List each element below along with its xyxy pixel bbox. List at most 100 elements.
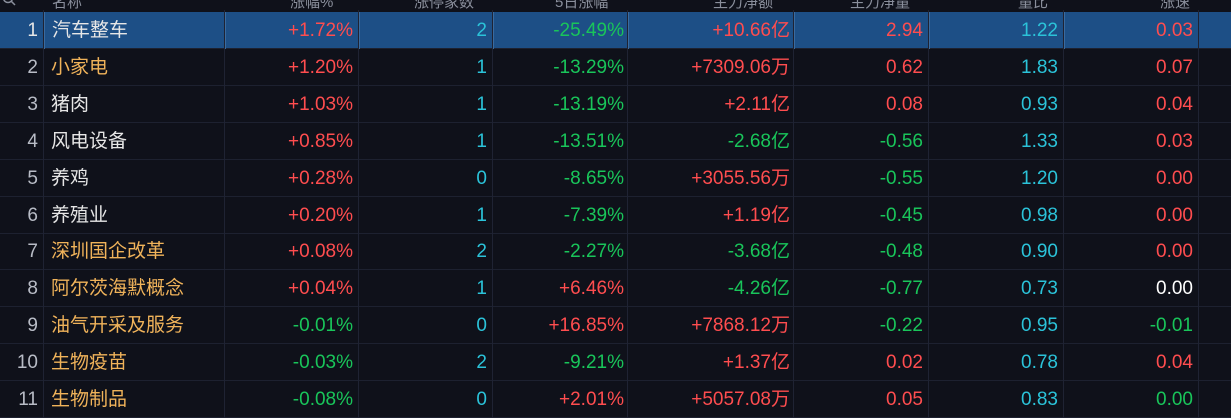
main-net-amount: +7868.12万 (691, 315, 790, 337)
rise-speed: 0.03 (1064, 12, 1199, 49)
rise-speed: 0.04 (1156, 93, 1193, 115)
main-net-amount: +1.19亿 (722, 204, 790, 226)
limit-up-count: 0 (476, 389, 487, 410)
column-divider (1063, 10, 1064, 418)
sector-name: 养鸡 (51, 167, 90, 189)
change-percent: +0.20% (288, 204, 353, 226)
volume-ratio: 0.78 (1021, 352, 1058, 374)
five-day-change: +6.46% (559, 278, 624, 300)
main-net-amount: +2.11亿 (724, 93, 790, 115)
volume-ratio: 1.83 (1021, 56, 1058, 78)
table-row[interactable]: 7 深圳国企改革 +0.08% 2 -2.27% -3.68亿 -0.48 0.90 0.00 (0, 233, 1231, 271)
header-volume-ratio[interactable]: 量比 (1018, 0, 1048, 10)
five-day-change: -13.19% (553, 93, 624, 115)
change-percent: +0.28% (288, 167, 353, 189)
table-row[interactable]: 5 养鸡 +0.28% 0 -8.65% +3055.56万 -0.55 1.20 0.00 (0, 160, 1231, 197)
row-index: 2 (27, 56, 38, 78)
limit-up-count: 1 (476, 93, 487, 115)
table-row[interactable]: 10 生物疫苗 -0.03% 2 -9.21% +1.37亿 0.02 0.78 0.04 (0, 344, 1231, 382)
main-net-volume: -0.77 (879, 278, 923, 300)
sector-name: 养殖业 (51, 204, 109, 226)
header-change[interactable]: 涨幅% (290, 0, 333, 10)
limit-up-count: 1 (476, 278, 487, 300)
main-net-amount: +3055.56万 (691, 167, 790, 189)
column-divider (492, 10, 493, 418)
table-row[interactable]: 3 猪肉 +1.03% 1 -13.19% +2.11亿 0.08 0.93 0.04 (0, 86, 1231, 123)
limit-up-count: 1 (476, 204, 487, 226)
row-index: 1 (27, 20, 38, 41)
main-net-volume: 2.94 (794, 12, 929, 49)
rise-speed: 0.03 (1156, 130, 1193, 152)
main-net-volume: -0.45 (879, 204, 923, 226)
column-divider (1198, 10, 1199, 418)
sector-name: 生物疫苗 (51, 352, 128, 374)
column-divider (928, 10, 929, 418)
change-percent: -0.01% (292, 315, 353, 337)
sector-name: 小家电 (51, 56, 109, 78)
sector-name: 油气开采及服务 (51, 315, 185, 337)
row-index: 5 (27, 167, 38, 189)
volume-ratio: 1.20 (1021, 167, 1058, 189)
header-speed[interactable]: 涨速 (1160, 0, 1190, 10)
limit-up-count: 1 (476, 130, 487, 152)
rise-speed: 0.07 (1156, 56, 1193, 78)
limit-up-count: 2 (476, 352, 487, 374)
sector-ranking-table: 名称 涨幅% 涨停家数 5日涨幅 主力净额 主力净量 量比 涨速 1 汽车整车 +1… (0, 0, 1231, 418)
five-day-change: -9.21% (563, 352, 624, 374)
volume-ratio: 0.98 (1021, 204, 1058, 226)
five-day-change: +16.85% (548, 315, 624, 337)
row-index: 9 (27, 315, 38, 337)
rise-speed: 0.00 (1156, 204, 1193, 226)
table-row[interactable]: 4 风电设备 +0.85% 1 -13.51% -2.68亿 -0.56 1.33 0.03 (0, 123, 1231, 160)
volume-ratio: 1.22 (929, 12, 1064, 49)
main-net-amount: +7309.06万 (691, 56, 790, 78)
main-net-volume: -0.48 (879, 241, 923, 263)
limit-up-count: 1 (476, 56, 487, 78)
table-row[interactable]: 2 小家电 +1.20% 1 -13.29% +7309.06万 0.62 1.83 0.07 (0, 49, 1231, 86)
volume-ratio: 0.93 (1021, 93, 1058, 115)
rise-speed: 0.04 (1156, 352, 1193, 374)
column-divider (627, 10, 628, 418)
main-net-amount: +1.37亿 (722, 352, 790, 374)
table-row[interactable]: 8 阿尔茨海默概念 +0.04% 1 +6.46% -4.26亿 -0.77 0.73 0.00 (0, 270, 1231, 308)
main-net-amount: -3.68亿 (727, 241, 790, 263)
limit-up-count: 2 (476, 241, 487, 263)
change-percent: +1.20% (288, 56, 353, 78)
five-day-change: -13.51% (553, 130, 624, 152)
header-limit-up-count[interactable]: 涨停家数 (414, 0, 474, 10)
five-day-change: -13.29% (553, 56, 624, 78)
table-header: 名称 涨幅% 涨停家数 5日涨幅 主力净额 主力净量 量比 涨速 (0, 0, 1231, 10)
header-5day-change[interactable]: 5日涨幅 (555, 0, 608, 10)
rise-speed: 0.00 (1156, 167, 1193, 189)
table-row[interactable]: 1 汽车整车 +1.72% 2 -25.49% +10.66亿 2.94 1.22 0.03 (0, 12, 1231, 49)
volume-ratio: 0.95 (1021, 315, 1058, 337)
row-index: 7 (27, 241, 38, 263)
table-row[interactable]: 6 养殖业 +0.20% 1 -7.39% +1.19亿 -0.45 0.98 0.00 (0, 197, 1231, 234)
rise-speed: -0.01 (1149, 315, 1193, 337)
five-day-change: -8.65% (563, 167, 624, 189)
main-net-amount: -2.68亿 (727, 130, 790, 152)
row-index: 3 (27, 93, 38, 115)
sector-name: 汽车整车 (44, 12, 225, 49)
limit-up-count: 0 (476, 315, 487, 337)
column-divider (43, 10, 44, 418)
table-row[interactable]: 9 油气开采及服务 -0.01% 0 +16.85% +7868.12万 -0.22 0.95… (0, 307, 1231, 345)
rise-speed: 0.00 (1156, 278, 1193, 300)
table-row[interactable]: 11 生物制品 -0.08% 0 +2.01% +5057.08万 0.05 0.83 0.00 (0, 381, 1231, 418)
sector-name: 猪肉 (51, 93, 90, 115)
header-name[interactable]: 名称 (52, 0, 82, 10)
volume-ratio: 0.83 (1021, 389, 1058, 410)
header-main-net-volume[interactable]: 主力净量 (850, 0, 910, 10)
change-percent: +0.04% (288, 278, 353, 300)
column-divider (358, 10, 359, 418)
limit-up-count: 2 (359, 12, 493, 49)
row-index: 10 (16, 352, 38, 374)
row-index: 6 (27, 204, 38, 226)
main-net-amount: -4.26亿 (727, 278, 790, 300)
row-index: 4 (27, 130, 38, 152)
volume-ratio: 0.73 (1021, 278, 1058, 300)
sector-name: 阿尔茨海默概念 (51, 278, 185, 300)
header-main-net-amount[interactable]: 主力净额 (713, 0, 773, 10)
change-percent: +1.72% (225, 12, 359, 49)
row-index: 11 (18, 389, 38, 410)
